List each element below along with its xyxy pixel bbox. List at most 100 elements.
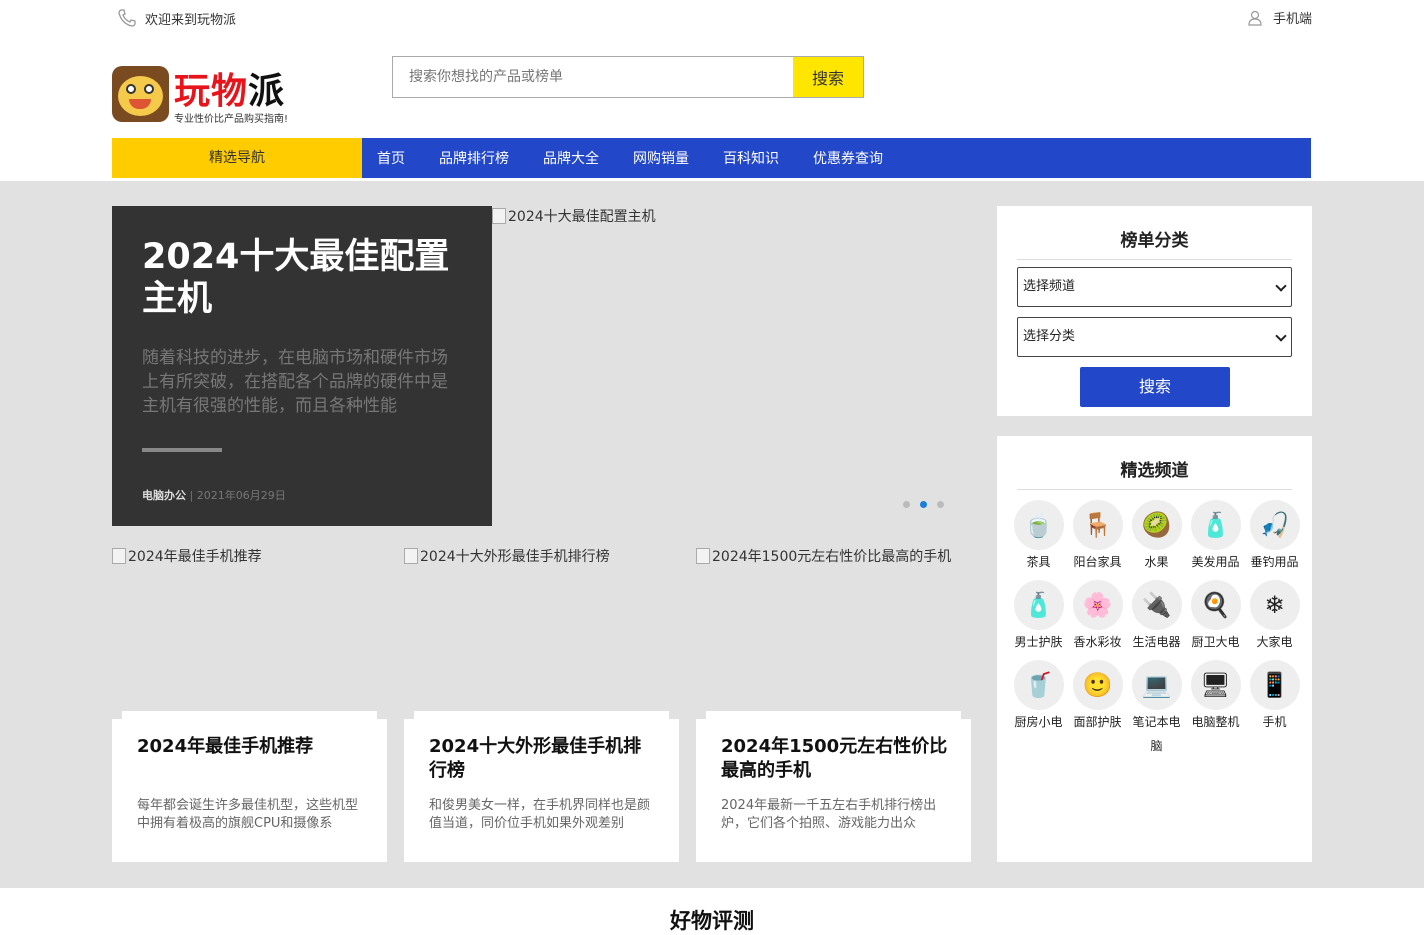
hero-meta: 电脑办公 | 2021年06月29日 xyxy=(142,489,286,502)
broken-image-icon xyxy=(696,548,710,564)
chevron-down-icon xyxy=(1275,330,1287,342)
channel-item-label: 阳台家具 xyxy=(1073,555,1122,569)
card-title[interactable]: 2024年最佳手机推荐 xyxy=(137,735,367,759)
hero-summary: 随着科技的进步，在电脑市场和硬件市场上有所突破，在搭配各个品牌的硬件中是主机有很… xyxy=(142,348,448,416)
hero-image-alt: 2024十大最佳配置主机 xyxy=(508,209,656,225)
channel-item[interactable]: 🥤 厨房小电 xyxy=(1009,660,1068,758)
card-desc: 2024年最新一千五左右手机排行榜出炉，它们各个拍照、游戏能力出众 xyxy=(721,798,937,831)
search-button[interactable]: 搜索 xyxy=(793,57,863,97)
channel-item-label: 手机 xyxy=(1262,715,1287,729)
channel-item-label: 厨卫大电 xyxy=(1191,635,1240,649)
card-body: 2024年最佳手机推荐 每年都会诞生许多最佳机型，这些机型中拥有着极高的旗舰CP… xyxy=(112,711,387,862)
tea-set-icon: 🍵 xyxy=(1013,500,1064,550)
nav-item-brands[interactable]: 品牌大全 xyxy=(543,148,599,168)
channel-item-label: 大家电 xyxy=(1256,635,1293,649)
chevron-down-icon xyxy=(1275,280,1287,292)
perfume-icon: 🌸 xyxy=(1072,580,1123,630)
phone-icon xyxy=(118,9,136,27)
appliance-icon: 🔌 xyxy=(1131,580,1182,630)
broken-image-icon xyxy=(112,548,126,564)
channel-item[interactable]: 💻 笔记本电脑 xyxy=(1127,660,1186,758)
card-desc: 每年都会诞生许多最佳机型，这些机型中拥有着极高的旗舰CPU和摄像系 xyxy=(137,798,359,831)
hero-divider xyxy=(142,448,222,452)
site-slogan: 专业性价比产品购买指南! xyxy=(174,114,289,125)
channel-item[interactable]: 🧴 男士护肤 xyxy=(1009,580,1068,654)
rank-search-button[interactable]: 搜索 xyxy=(1080,367,1230,407)
channel-item-label: 面部护肤 xyxy=(1073,715,1122,729)
channel-item[interactable]: 🖥 电脑整机 xyxy=(1186,660,1245,758)
article-card[interactable]: 2024年1500元左右性价比最高的手机 2024年1500元左右性价比最高的手… xyxy=(696,546,971,862)
nav-item-brand-ranking[interactable]: 品牌排行榜 xyxy=(439,148,509,168)
card-image[interactable]: 2024十大外形最佳手机排行榜 xyxy=(404,546,610,566)
carousel-dot-2[interactable] xyxy=(920,501,927,508)
channel-item[interactable]: 🙂 面部护肤 xyxy=(1068,660,1127,758)
article-card[interactable]: 2024年最佳手机推荐 2024年最佳手机推荐 每年都会诞生许多最佳机型，这些机… xyxy=(112,546,387,862)
rank-category-panel: 榜单分类 选择频道 选择分类 搜索 xyxy=(997,206,1312,416)
range-hood-icon: 🍳 xyxy=(1190,580,1241,630)
channel-grid: 🍵 茶具 🪑 阳台家具 🥝 水果 🧴 美发用品 🎣 垂钓用品 🧴 男士护肤 🌸 香水彩妆 🔌 生活电器 🍳 厨卫大… xyxy=(1009,500,1309,758)
card-title[interactable]: 2024十大外形最佳手机排行榜 xyxy=(429,735,659,783)
channel-item[interactable]: 🪑 阳台家具 xyxy=(1068,500,1127,574)
welcome-area: 欢迎来到玩物派 xyxy=(117,8,236,28)
mobile-link-label[interactable]: 手机端 xyxy=(1273,8,1312,27)
phone-icon: 📱 xyxy=(1249,660,1300,710)
hero-category[interactable]: 电脑办公 xyxy=(142,489,186,502)
channel-item-label: 垂钓用品 xyxy=(1250,555,1299,569)
channel-item-label: 美发用品 xyxy=(1191,555,1240,569)
hero-title[interactable]: 2024十大最佳配置主机 xyxy=(142,236,462,320)
article-card[interactable]: 2024十大外形最佳手机排行榜 2024十大外形最佳手机排行榜 和俊男美女一样，… xyxy=(404,546,679,862)
channel-select[interactable]: 选择频道 xyxy=(1017,267,1292,307)
channel-item[interactable]: 🥝 水果 xyxy=(1127,500,1186,574)
juicer-icon: 🥤 xyxy=(1013,660,1064,710)
section-title: 好物评测 xyxy=(670,909,754,933)
channel-item[interactable]: 🍵 茶具 xyxy=(1009,500,1068,574)
carousel-dot-1[interactable] xyxy=(903,501,910,508)
hair-product-icon: 🧴 xyxy=(1190,500,1241,550)
channel-item[interactable]: 🍳 厨卫大电 xyxy=(1186,580,1245,654)
channel-item[interactable]: 🔌 生活电器 xyxy=(1127,580,1186,654)
channel-panel-title: 精选频道 xyxy=(1017,456,1292,490)
carousel-dot-3[interactable] xyxy=(937,501,944,508)
main-nav: 精选导航 首页 品牌排行榜 品牌大全 网购销量 百科知识 优惠券查询 xyxy=(112,138,1311,178)
card-body: 2024十大外形最佳手机排行榜 和俊男美女一样，在手机界同样也是颜值当道，同价位… xyxy=(404,711,679,862)
nav-item-wiki[interactable]: 百科知识 xyxy=(723,148,779,168)
channel-item[interactable]: 📱 手机 xyxy=(1245,660,1304,758)
nav-item-sales[interactable]: 网购销量 xyxy=(633,148,689,168)
channel-item-label: 香水彩妆 xyxy=(1073,635,1122,649)
mens-skincare-icon: 🧴 xyxy=(1013,580,1064,630)
channel-item[interactable]: ❄ 大家电 xyxy=(1245,580,1304,654)
desktop-pc-icon: 🖥 xyxy=(1190,660,1241,710)
channel-item[interactable]: 🌸 香水彩妆 xyxy=(1068,580,1127,654)
channel-item[interactable]: 🧴 美发用品 xyxy=(1186,500,1245,574)
nav-item-coupons[interactable]: 优惠券查询 xyxy=(813,148,883,168)
fishing-icon: 🎣 xyxy=(1249,500,1300,550)
featured-nav-button[interactable]: 精选导航 xyxy=(112,138,362,178)
monkey-logo-icon xyxy=(112,66,169,122)
card-body: 2024年1500元左右性价比最高的手机 2024年最新一千五左右手机排行榜出炉… xyxy=(696,711,971,862)
fruit-icon: 🥝 xyxy=(1131,500,1182,550)
user-icon xyxy=(1248,10,1262,26)
hero-article[interactable]: 2024十大最佳配置主机 随着科技的进步，在电脑市场和硬件市场上有所突破，在搭配… xyxy=(112,206,492,526)
category-select[interactable]: 选择分类 xyxy=(1017,317,1292,357)
channel-item-label: 厨房小电 xyxy=(1014,715,1063,729)
nav-item-home[interactable]: 首页 xyxy=(377,148,405,168)
laptop-icon: 💻 xyxy=(1131,660,1182,710)
card-image[interactable]: 2024年1500元左右性价比最高的手机 xyxy=(696,546,951,566)
channel-item-label: 电脑整机 xyxy=(1191,715,1240,729)
card-desc: 和俊男美女一样，在手机界同样也是颜值当道，同价位手机如果外观差别 xyxy=(429,798,651,831)
patio-furniture-icon: 🪑 xyxy=(1072,500,1123,550)
card-title[interactable]: 2024年1500元左右性价比最高的手机 xyxy=(721,735,951,783)
hero-date: 2021年06月29日 xyxy=(196,489,286,502)
site-logo[interactable]: 玩物派 专业性价比产品购买指南! xyxy=(112,62,302,125)
channel-item-label: 生活电器 xyxy=(1132,635,1181,649)
channel-item-label: 笔记本电脑 xyxy=(1132,715,1181,753)
site-name: 玩物派 xyxy=(174,71,286,112)
search-input[interactable] xyxy=(393,57,793,97)
rank-panel-title: 榜单分类 xyxy=(1017,226,1292,260)
card-image[interactable]: 2024年最佳手机推荐 xyxy=(112,546,262,566)
channel-item[interactable]: 🎣 垂钓用品 xyxy=(1245,500,1304,574)
mobile-link[interactable]: 手机端 xyxy=(1247,8,1312,27)
hero-image[interactable]: 2024十大最佳配置主机 xyxy=(492,206,972,526)
broken-image-icon xyxy=(404,548,418,564)
broken-image-icon xyxy=(492,208,506,224)
